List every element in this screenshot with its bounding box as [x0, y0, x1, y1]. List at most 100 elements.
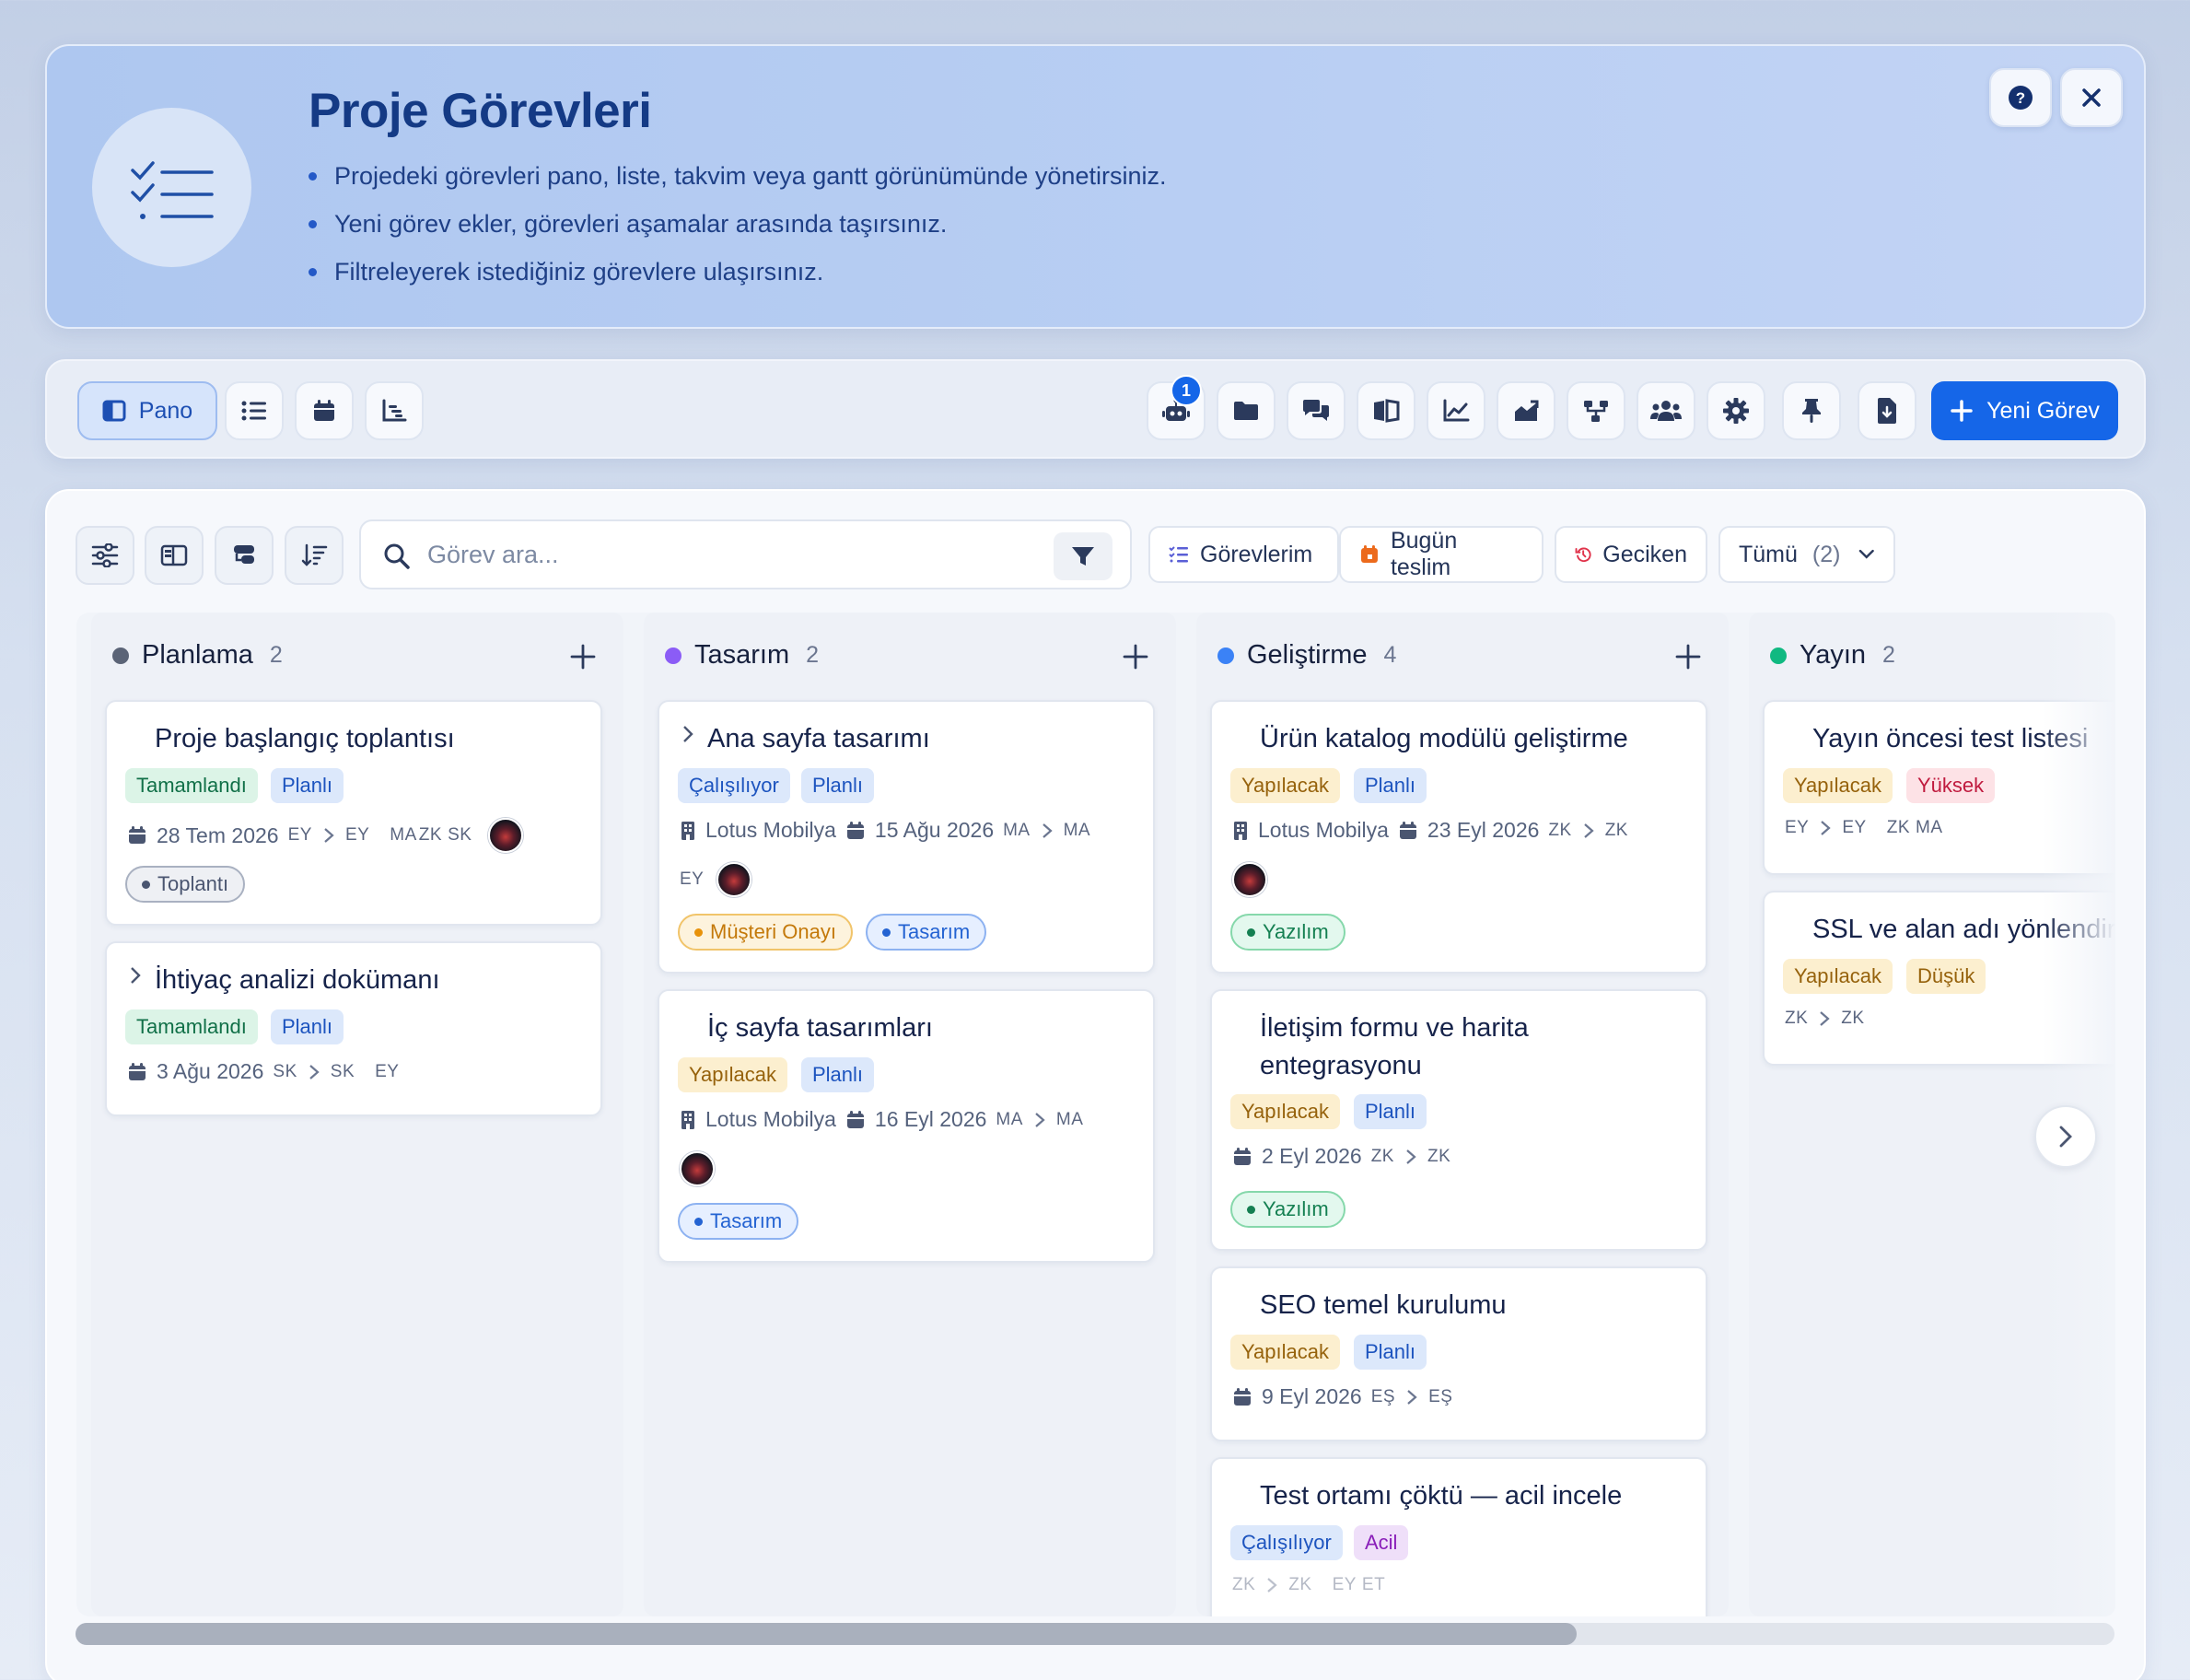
status-filter-dropdown[interactable]: Tümü (2) — [1718, 526, 1895, 583]
reports-button[interactable] — [1427, 381, 1485, 440]
calendar-icon — [129, 826, 146, 844]
column-title: Tasarım — [694, 640, 790, 670]
calendar-view-button[interactable] — [295, 381, 354, 440]
chevron-right-icon — [1820, 1011, 1830, 1026]
due-date: 9 Eyl 2026 — [1262, 1384, 1362, 1408]
due-today-filter[interactable]: Bugün teslim — [1339, 526, 1543, 583]
chevron-right-icon[interactable] — [127, 963, 144, 987]
export-button[interactable] — [1858, 381, 1916, 440]
label-text: Tasarım — [710, 1209, 783, 1232]
advanced-filter-button[interactable] — [1054, 532, 1112, 580]
task-card[interactable]: SEO temel kurulumu Yapılacak Planlı 9 Ey… — [1210, 1266, 1707, 1441]
label-pill: Tasarım — [678, 1203, 799, 1240]
plus-icon — [1951, 400, 1973, 422]
docs-button[interactable] — [1357, 381, 1415, 440]
task-meta: Lotus Mobilya 23 Eyl 2026 ZK ZK — [1232, 818, 1628, 843]
status-tag: Yapılacak — [1230, 768, 1340, 803]
new-task-button[interactable]: Yeni Görev — [1931, 381, 2118, 440]
discussion-button[interactable] — [1287, 381, 1345, 440]
my-tasks-filter[interactable]: Görevlerim — [1148, 526, 1339, 583]
task-meta: ZK ZK — [1785, 1009, 1865, 1029]
task-meta: EY EY ZK MA — [1785, 818, 1943, 838]
team-icon — [1650, 401, 1682, 421]
assignee-row — [680, 1151, 715, 1186]
task-card[interactable]: Yayın öncesi test listesi Yapılacak Yüks… — [1763, 700, 2115, 875]
group-button[interactable] — [215, 526, 274, 585]
calendar-icon — [314, 400, 334, 421]
assignee-initials: ZK — [418, 825, 443, 845]
plan-tag: Planlı — [801, 768, 875, 803]
avatar — [680, 1151, 715, 1186]
add-task-to-column-button[interactable] — [1672, 640, 1705, 673]
creator-initials: EŞ — [1370, 1386, 1396, 1406]
close-button[interactable] — [2060, 68, 2123, 127]
add-task-to-column-button[interactable] — [566, 640, 600, 673]
task-title: Test ortamı çöktü — acil incele — [1260, 1481, 1623, 1511]
creator-initials: EY — [287, 825, 312, 845]
building-icon — [681, 1110, 694, 1129]
assignee-row: EY — [680, 862, 752, 897]
chevron-right-icon — [324, 828, 334, 843]
task-card[interactable]: Ana sayfa tasarımı Çalışılıyor Planlı Lo… — [658, 700, 1155, 974]
chevron-right-icon[interactable] — [680, 722, 696, 746]
scroll-right-button[interactable] — [2034, 1105, 2097, 1168]
filter-settings-button[interactable] — [76, 526, 134, 585]
task-meta: ZK ZK EY ET — [1232, 1575, 1385, 1595]
task-card[interactable]: İç sayfa tasarımları Yapılacak Planlı Lo… — [658, 989, 1155, 1263]
team-button[interactable] — [1637, 381, 1695, 440]
creator-initials: ZK — [1370, 1146, 1394, 1166]
files-button[interactable] — [1217, 381, 1276, 440]
book-icon — [1374, 399, 1400, 423]
sliders-icon — [91, 543, 119, 567]
owner-initials: EY — [344, 825, 370, 845]
status-tag: Yapılacak — [678, 1057, 787, 1092]
label-text: Yazılım — [1263, 1197, 1329, 1220]
gantt-icon — [382, 399, 407, 422]
plus-icon — [1123, 644, 1148, 670]
workflow-button[interactable] — [1567, 381, 1625, 440]
task-card[interactable]: Test ortamı çöktü — acil incele Çalışılı… — [1210, 1457, 1707, 1616]
column-color-dot — [665, 647, 681, 664]
scrollbar-thumb[interactable] — [76, 1623, 1577, 1645]
task-card[interactable]: Ürün katalog modülü geliştirme Yapılacak… — [1210, 700, 1707, 974]
task-title: Yayın öncesi test listesi — [1812, 724, 2089, 753]
overdue-label: Geciken — [1602, 541, 1687, 567]
my-tasks-label: Görevlerim — [1200, 541, 1313, 567]
priority-tag: Düşük — [1906, 959, 1986, 994]
task-card[interactable]: İhtiyaç analizi dokümanı Tamamlandı Plan… — [105, 941, 602, 1116]
task-meta: 9 Eyl 2026 EŞ EŞ — [1232, 1384, 1452, 1409]
owner-initials: EY — [1842, 818, 1867, 837]
export-icon — [1878, 398, 1896, 424]
task-card[interactable]: İletişim formu ve harita entegrasyonu Ya… — [1210, 989, 1707, 1251]
gantt-view-button[interactable] — [365, 381, 424, 440]
label-pill: Yazılım — [1230, 1191, 1345, 1228]
task-card[interactable]: Proje başlangıç toplantısı Tamamlandı Pl… — [105, 700, 602, 926]
priority-tag: Yüksek — [1906, 768, 1996, 803]
toggle-panel-button[interactable] — [145, 526, 204, 585]
settings-button[interactable] — [1707, 381, 1765, 440]
search-icon — [384, 543, 410, 569]
assignee-initials: SK — [448, 825, 472, 845]
due-date: 23 Eyl 2026 — [1427, 818, 1540, 842]
owner-initials: ZK — [1604, 820, 1628, 840]
horizontal-scrollbar[interactable] — [76, 1623, 2114, 1645]
new-task-label: Yeni Görev — [1986, 397, 2100, 424]
overdue-filter[interactable]: Geciken — [1555, 526, 1707, 583]
column-planlama: Planlama 2 Proje başlangıç toplantısı Ta… — [91, 612, 623, 1616]
search-input[interactable] — [427, 536, 1026, 573]
svg-text:?: ? — [2016, 89, 2025, 107]
creator-initials: MA — [996, 1109, 1023, 1129]
add-task-to-column-button[interactable] — [1119, 640, 1152, 673]
owner-initials: EŞ — [1428, 1386, 1453, 1406]
creator-initials: MA — [1003, 820, 1031, 840]
task-card[interactable]: SSL ve alan adı yönlendirme Yapılacak Dü… — [1763, 891, 2115, 1066]
progress-button[interactable] — [1497, 381, 1555, 440]
label-text: Yazılım — [1263, 920, 1329, 943]
board-view-button[interactable]: Pano — [77, 381, 217, 440]
pin-button[interactable] — [1782, 381, 1841, 440]
info-bullet: Yeni görev ekler, görevleri aşamalar ara… — [309, 208, 1166, 256]
task-meta: Lotus Mobilya 16 Eyl 2026 MA MA — [680, 1107, 1083, 1132]
list-view-button[interactable] — [225, 381, 284, 440]
sort-button[interactable] — [285, 526, 344, 585]
help-button[interactable]: ? — [1989, 68, 2052, 127]
